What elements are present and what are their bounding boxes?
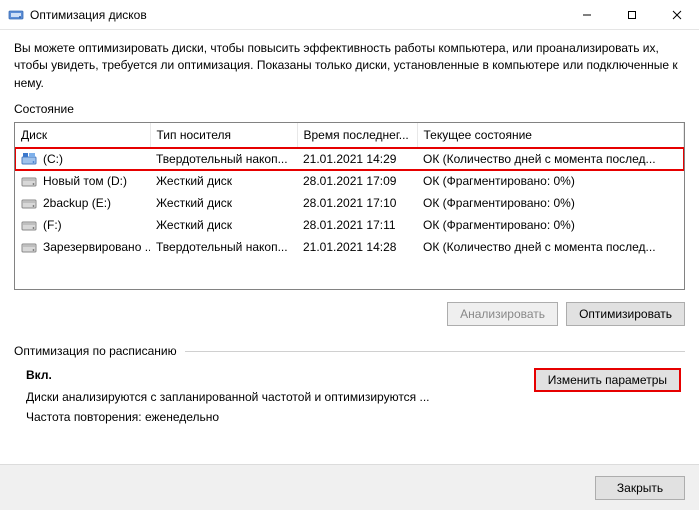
drive-type: Твердотельный накоп... — [150, 148, 297, 171]
col-header-time[interactable]: Время последнег... — [297, 123, 417, 148]
drive-status: ОК (Фрагментировано: 0%) — [417, 170, 684, 192]
col-header-type[interactable]: Тип носителя — [150, 123, 297, 148]
drives-table: Диск Тип носителя Время последнег... Тек… — [14, 122, 685, 290]
action-buttons: Анализировать Оптимизировать — [14, 302, 685, 326]
drive-type: Жесткий диск — [150, 192, 297, 214]
drive-type: Жесткий диск — [150, 170, 297, 192]
drive-name: 2backup (E:) — [43, 196, 111, 210]
drive-icon — [21, 151, 37, 167]
state-label: Состояние — [14, 102, 685, 116]
col-header-status[interactable]: Текущее состояние — [417, 123, 684, 148]
table-row[interactable]: Зарезервировано ...Твердотельный накоп..… — [15, 236, 684, 258]
maximize-button[interactable] — [609, 0, 654, 30]
footer: Закрыть — [0, 464, 699, 510]
table-header-row: Диск Тип носителя Время последнег... Тек… — [15, 123, 684, 148]
analyze-button[interactable]: Анализировать — [447, 302, 558, 326]
drive-icon — [21, 195, 37, 211]
drive-name: Новый том (D:) — [43, 174, 127, 188]
table-row[interactable]: (F:) Жесткий диск28.01.2021 17:11ОК (Фраг… — [15, 214, 684, 236]
schedule-status: Вкл. — [26, 368, 534, 382]
drive-status: ОК (Фрагментировано: 0%) — [417, 192, 684, 214]
change-settings-button[interactable]: Изменить параметры — [534, 368, 681, 392]
drive-icon — [21, 217, 37, 233]
divider — [185, 351, 685, 352]
titlebar: Оптимизация дисков — [0, 0, 699, 30]
drive-lasttime: 28.01.2021 17:11 — [297, 214, 417, 236]
drive-status: ОК (Количество дней с момента послед... — [417, 148, 684, 171]
minimize-button[interactable] — [564, 0, 609, 30]
drive-lasttime: 21.01.2021 14:28 — [297, 236, 417, 258]
drive-name: (C:) — [43, 152, 63, 166]
schedule-header: Оптимизация по расписанию — [14, 344, 685, 358]
drive-name: Зарезервировано ... — [43, 240, 150, 254]
drive-status: ОК (Фрагментировано: 0%) — [417, 214, 684, 236]
close-button[interactable] — [654, 0, 699, 30]
schedule-frequency: Частота повторения: еженедельно — [26, 410, 534, 424]
drive-lasttime: 21.01.2021 14:29 — [297, 148, 417, 171]
drive-type: Твердотельный накоп... — [150, 236, 297, 258]
drive-status: ОК (Количество дней с момента послед... — [417, 236, 684, 258]
intro-text: Вы можете оптимизировать диски, чтобы по… — [14, 40, 685, 92]
schedule-description: Диски анализируются с запланированной ча… — [26, 390, 534, 404]
table-row[interactable]: Новый том (D:) Жесткий диск28.01.2021 17:… — [15, 170, 684, 192]
drive-icon — [21, 239, 37, 255]
drive-name: (F:) — [43, 218, 62, 232]
close-dialog-button[interactable]: Закрыть — [595, 476, 685, 500]
window-controls — [564, 0, 699, 30]
app-icon — [8, 7, 24, 23]
table-row[interactable]: (C:) Твердотельный накоп...21.01.2021 14:… — [15, 148, 684, 171]
drive-lasttime: 28.01.2021 17:09 — [297, 170, 417, 192]
col-header-disk[interactable]: Диск — [15, 123, 150, 148]
drive-type: Жесткий диск — [150, 214, 297, 236]
schedule-header-label: Оптимизация по расписанию — [14, 344, 177, 358]
table-row[interactable]: 2backup (E:) Жесткий диск28.01.2021 17:10… — [15, 192, 684, 214]
drive-lasttime: 28.01.2021 17:10 — [297, 192, 417, 214]
window-title: Оптимизация дисков — [30, 8, 564, 22]
optimize-button[interactable]: Оптимизировать — [566, 302, 685, 326]
drive-icon — [21, 173, 37, 189]
